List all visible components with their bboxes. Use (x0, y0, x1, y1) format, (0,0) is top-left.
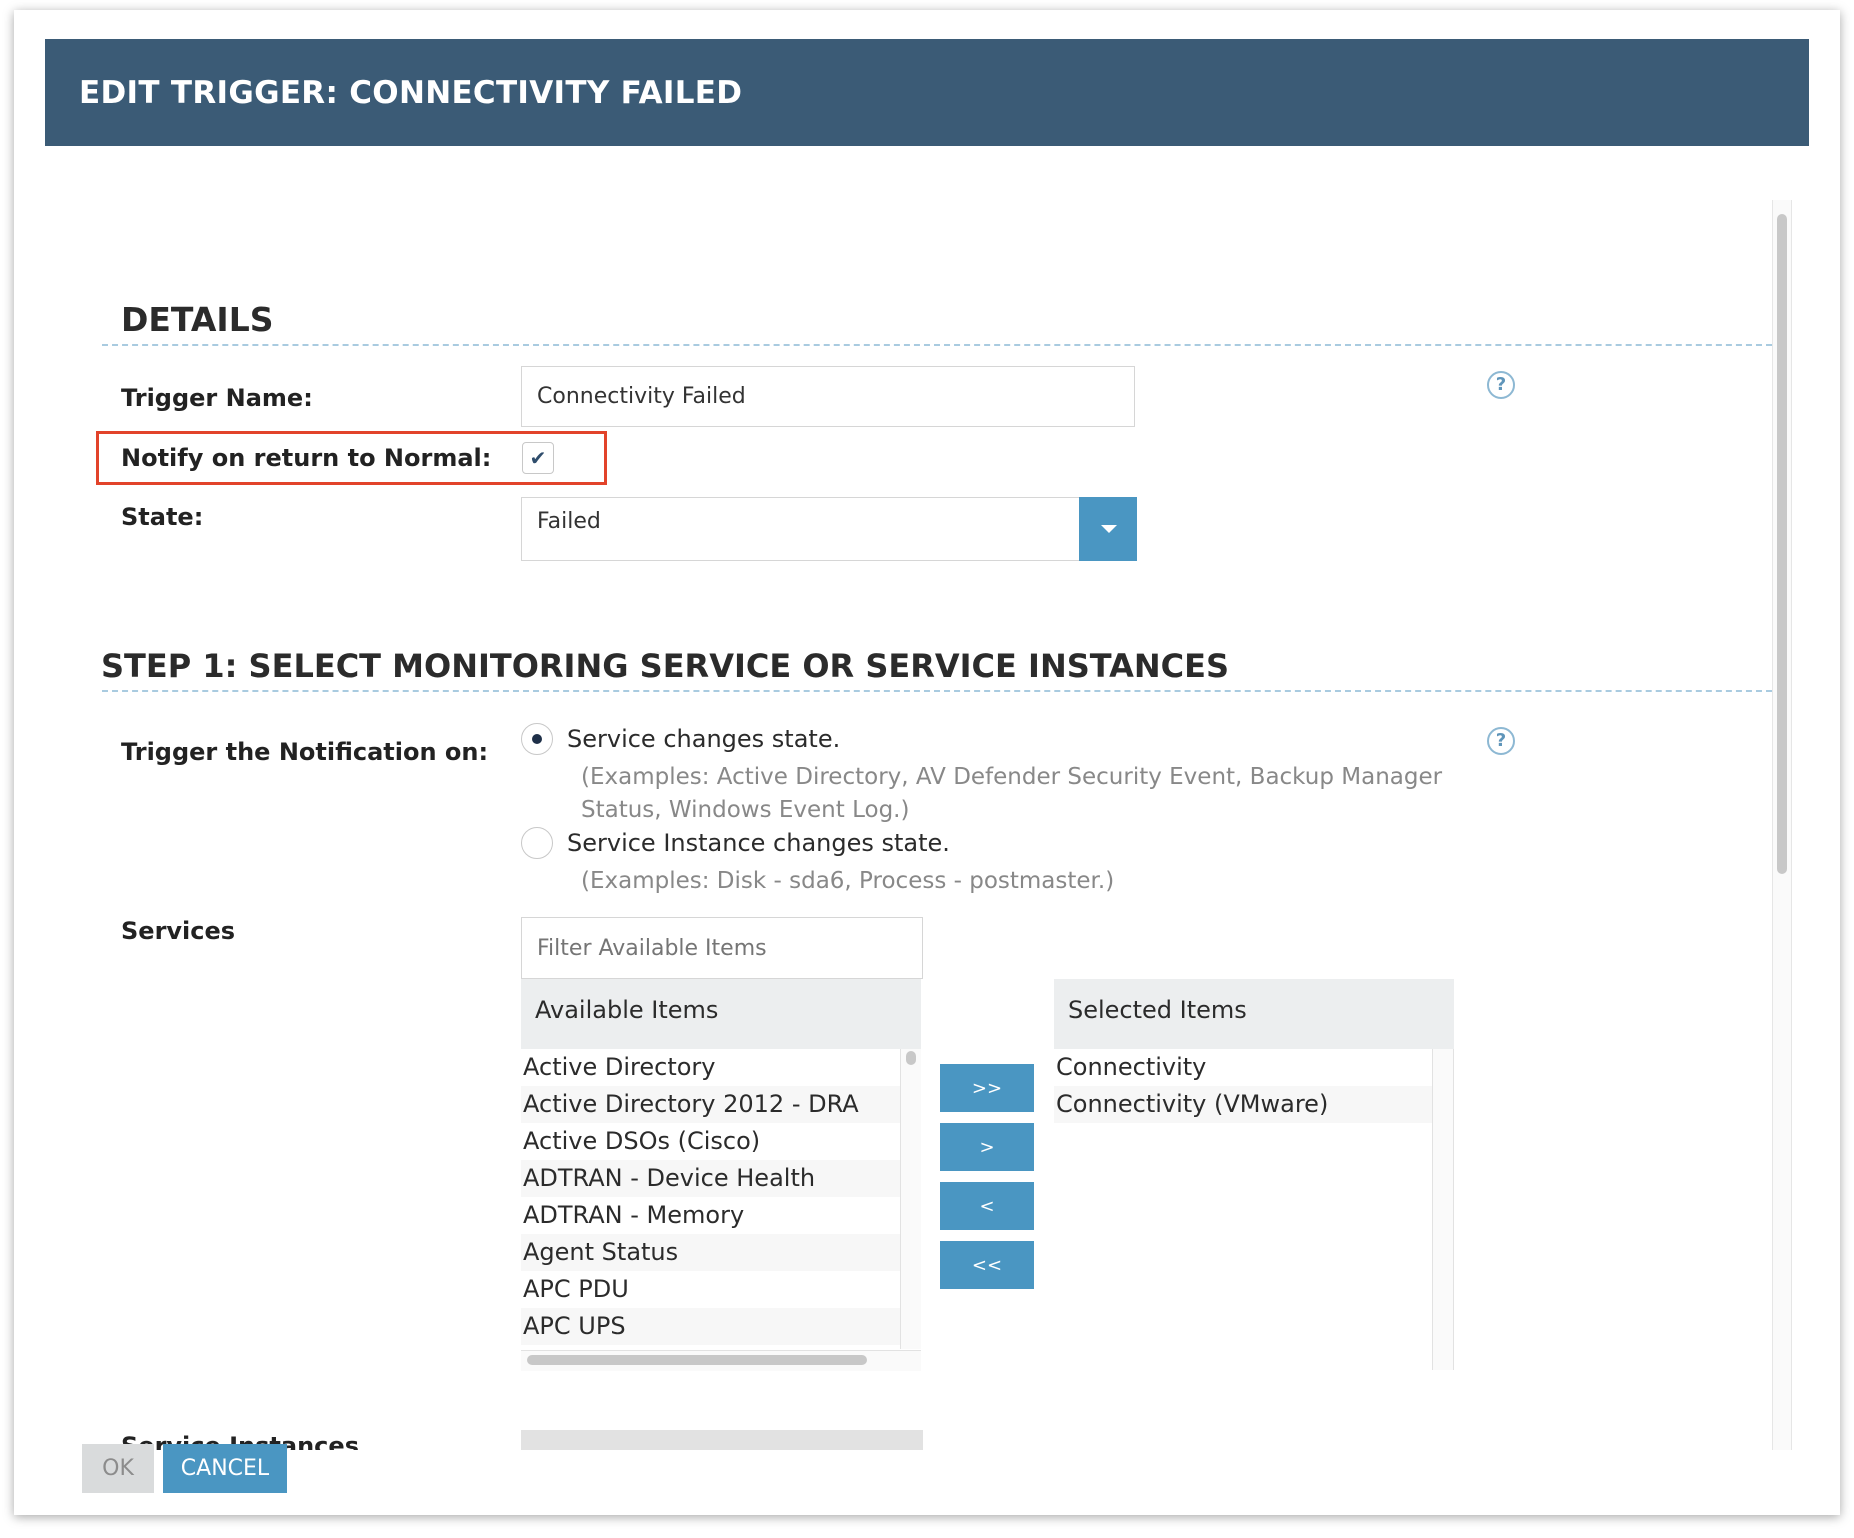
available-list-item[interactable]: ADTRAN - Memory (521, 1197, 900, 1234)
details-heading: DETAILS (121, 300, 274, 339)
selected-items-list[interactable]: Connectivity Connectivity (VMware) (1054, 1049, 1432, 1370)
available-list-item[interactable]: Agent Status (521, 1234, 900, 1271)
filter-available-input[interactable] (521, 917, 923, 979)
trigger-name-input[interactable] (521, 366, 1135, 427)
dialog-scrollbar[interactable] (1772, 200, 1792, 1450)
trigger-on-help-icon[interactable]: ? (1487, 727, 1515, 755)
ok-button[interactable]: OK (82, 1444, 154, 1493)
step1-heading: STEP 1: SELECT MONITORING SERVICE OR SER… (101, 647, 1230, 685)
trigger-name-help-icon[interactable]: ? (1487, 371, 1515, 399)
available-list-item[interactable]: Active Directory 2012 - DRA (521, 1086, 900, 1123)
available-list-item[interactable]: Active Directory (521, 1049, 900, 1086)
dialog-scrollbar-thumb[interactable] (1777, 214, 1787, 874)
available-list-vscroll[interactable] (900, 1049, 921, 1349)
move-right-button[interactable]: > (940, 1123, 1034, 1171)
option-instance-example: (Examples: Disk - sda6, Process - postma… (581, 868, 1115, 894)
dialog-content: DETAILS Trigger Name: ? Notify on return… (14, 200, 1784, 1450)
state-label: State: (121, 503, 204, 531)
details-divider (102, 344, 1772, 346)
caret-down-icon (1101, 525, 1117, 533)
radio-service-changes[interactable] (521, 723, 553, 755)
selected-items-header: Selected Items (1054, 979, 1454, 1049)
state-dropdown-button[interactable] (1079, 497, 1137, 561)
services-label: Services (121, 917, 236, 945)
selected-list-vscroll[interactable] (1432, 1049, 1454, 1370)
notify-normal-checkbox[interactable]: ✔ (522, 442, 554, 474)
available-list-item[interactable]: APC PDU (521, 1271, 900, 1308)
state-select-value: Failed (537, 509, 601, 534)
step1-divider (102, 690, 1772, 692)
dialog-titlebar: EDIT TRIGGER: CONNECTIVITY FAILED (45, 39, 1809, 146)
available-list-item[interactable]: APC UPS (521, 1308, 900, 1345)
dialog-title: EDIT TRIGGER: CONNECTIVITY FAILED (79, 75, 743, 111)
available-list-vscroll-thumb[interactable] (906, 1051, 916, 1065)
available-items-list[interactable]: Active Directory Active Directory 2012 - … (521, 1049, 900, 1350)
service-instances-box (521, 1430, 923, 1450)
available-list-hscroll-thumb[interactable] (527, 1355, 867, 1365)
notify-normal-label: Notify on return to Normal: (121, 444, 492, 472)
state-select[interactable]: Failed (521, 497, 1137, 561)
radio-selected-dot (532, 734, 542, 744)
available-items-header: Available Items (521, 979, 921, 1049)
move-all-left-button[interactable]: << (940, 1241, 1034, 1289)
option-instance-changes-label[interactable]: Service Instance changes state. (567, 829, 950, 857)
move-left-button[interactable]: < (940, 1182, 1034, 1230)
available-list-item[interactable]: Active DSOs (Cisco) (521, 1123, 900, 1160)
trigger-on-label: Trigger the Notification on: (121, 738, 489, 766)
available-list-item[interactable]: ADTRAN - Device Health (521, 1160, 900, 1197)
radio-instance-changes[interactable] (521, 827, 553, 859)
available-list-hscroll[interactable] (521, 1350, 921, 1371)
option-service-changes-label[interactable]: Service changes state. (567, 725, 840, 753)
selected-list-item[interactable]: Connectivity (1054, 1049, 1432, 1086)
option-service-example: (Examples: Active Directory, AV Defender… (581, 764, 1443, 823)
selected-list-item[interactable]: Connectivity (VMware) (1054, 1086, 1432, 1123)
edit-trigger-dialog: EDIT TRIGGER: CONNECTIVITY FAILED DETAIL… (14, 10, 1840, 1515)
move-all-right-button[interactable]: >> (940, 1064, 1034, 1112)
cancel-button[interactable]: CANCEL (163, 1444, 287, 1493)
trigger-name-label: Trigger Name: (121, 384, 313, 412)
